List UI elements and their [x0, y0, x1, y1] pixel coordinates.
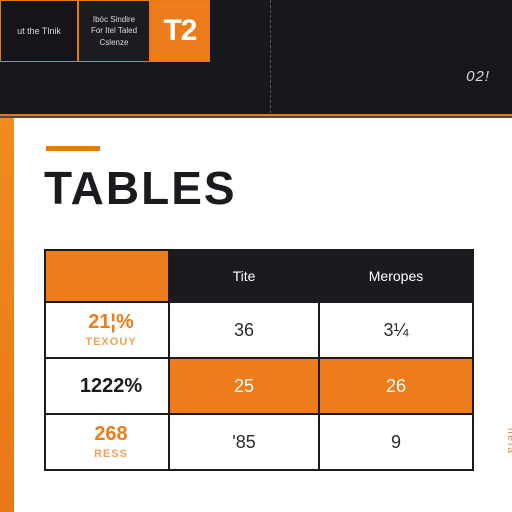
row-sublabel: TEXOUY: [54, 336, 168, 348]
tab-line: Cslenze: [91, 38, 137, 48]
data-table: Tite Meropes 21¦% TEXOUY 36 3¼: [44, 249, 474, 471]
row-label-cell: 1222%: [45, 358, 169, 414]
row-value: 1222%: [54, 376, 168, 396]
table-row: 1222% 25 26: [45, 358, 473, 414]
badge-text: T2: [163, 13, 196, 49]
col-header-1: Tite: [169, 250, 319, 302]
col-header-2: Meropes: [319, 250, 473, 302]
header-tab-2[interactable]: Ibóc Sindire For Itel Taled Cslenze: [78, 0, 150, 62]
title-accent: [46, 146, 100, 151]
header-tab-1[interactable]: ut the Tlnik: [0, 0, 78, 62]
table-cell: 36: [169, 302, 319, 358]
row-value: 21¦%: [54, 312, 168, 332]
header-tabs: ut the Tlnik Ibóc Sindire For Itel Taled…: [0, 0, 512, 62]
table-cell: 3¼: [319, 302, 473, 358]
top-bar: ut the Tlnik Ibóc Sindire For Itel Taled…: [0, 0, 512, 118]
header-code: 02!: [466, 68, 490, 85]
tab-label: ut the Tlnik: [17, 26, 61, 37]
row-label-cell: 268 RESS: [45, 414, 169, 470]
table-row: 268 RESS '85 9: [45, 414, 473, 470]
table-row: 21¦% TEXOUY 36 3¼: [45, 302, 473, 358]
table-cell: 26: [319, 358, 473, 414]
dashed-guide: [270, 0, 271, 118]
row-sublabel: RESS: [54, 448, 168, 460]
table-cell: '85: [169, 414, 319, 470]
page-title: TABLES: [44, 161, 488, 215]
header-tab-badge[interactable]: T2: [150, 0, 210, 62]
main-content: TABLES Tite Meropes 21¦%: [14, 118, 512, 512]
tab-line: Ibóc Sindire: [91, 15, 137, 25]
table-cell: 25: [169, 358, 319, 414]
row-value: 268: [54, 424, 168, 444]
tab-line: For Itel Taled: [91, 26, 137, 36]
col-header-lead: [45, 250, 169, 302]
row-label-cell: 21¦% TEXOUY: [45, 302, 169, 358]
left-accent-strip: [0, 118, 14, 512]
table-cell: 9: [319, 414, 473, 470]
data-table-wrap: Tite Meropes 21¦% TEXOUY 36 3¼: [44, 249, 488, 471]
side-annotation: heia: [505, 428, 512, 455]
